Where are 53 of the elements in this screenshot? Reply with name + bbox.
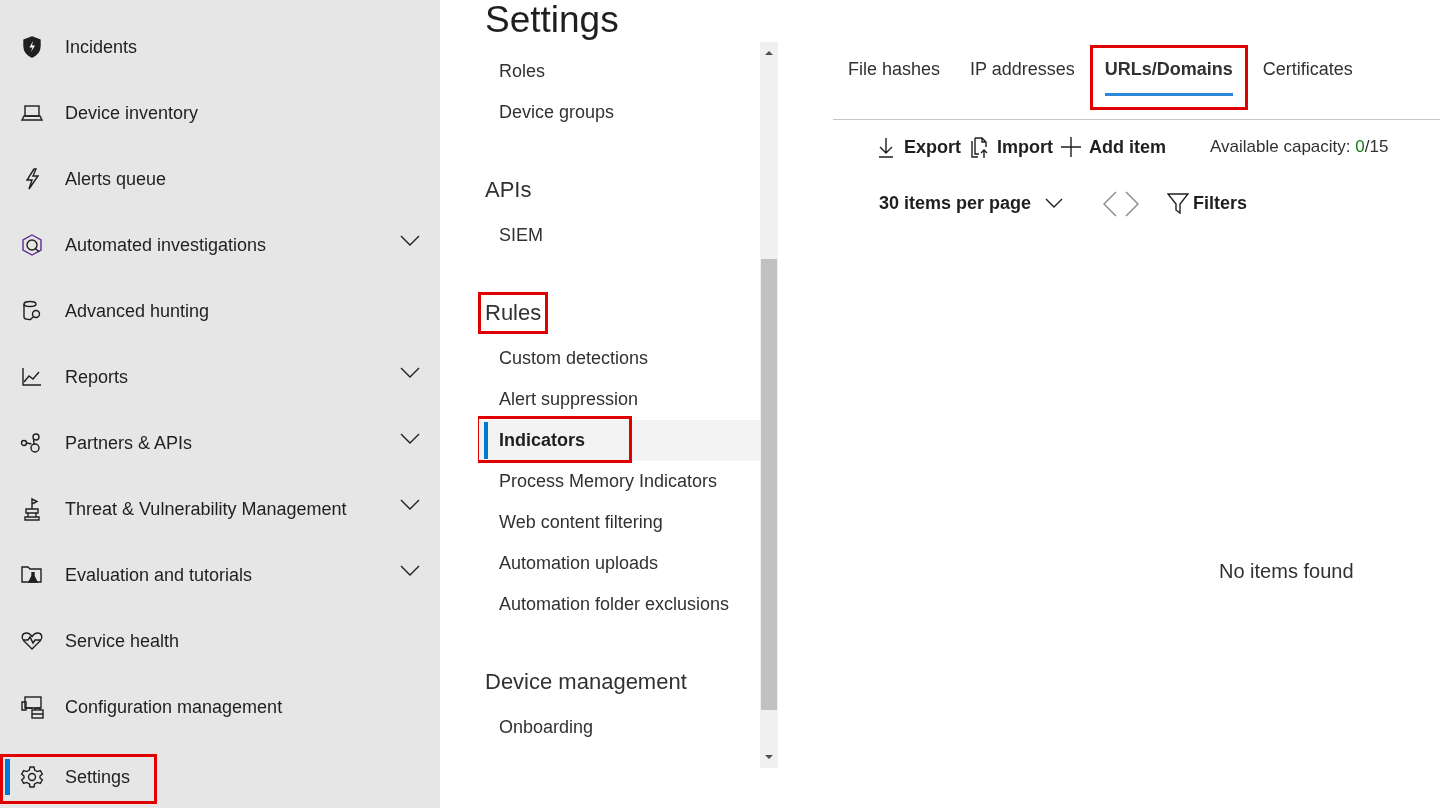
scrollbar-thumb[interactable] — [761, 259, 777, 710]
sidebar-item[interactable]: Partners & APIs — [0, 410, 440, 476]
sidebar-item[interactable]: Reports — [0, 344, 440, 410]
sidebar-item[interactable]: Incidents — [0, 14, 440, 80]
filters-button[interactable]: Filters — [1167, 189, 1248, 217]
monitor-briefcase-icon — [20, 695, 44, 719]
chevron-left-icon — [1103, 190, 1118, 217]
settings-icon — [20, 765, 44, 789]
nav-item[interactable]: SIEM — [478, 215, 760, 256]
scrollbar[interactable] — [760, 42, 778, 768]
nav-item[interactable]: Automation folder exclusions — [478, 584, 760, 625]
capacity-text: Available capacity: 0/15 — [1210, 136, 1389, 159]
add-item-button[interactable]: Add item — [1059, 133, 1173, 161]
sidebar-item[interactable]: Alerts queue — [0, 146, 440, 212]
export-button[interactable]: Export — [874, 133, 967, 161]
nav-item[interactable]: Web content filtering — [478, 502, 760, 543]
sidebar-item[interactable]: Service health — [0, 608, 440, 674]
chevron-down-icon — [1045, 198, 1064, 208]
hexagon-icon — [20, 233, 44, 257]
import-button[interactable]: Import — [967, 133, 1059, 161]
nav-item[interactable]: Device groups — [478, 92, 760, 133]
empty-message: No items found — [1218, 559, 1355, 584]
nav-item[interactable]: Onboarding — [478, 707, 760, 748]
scroll-up-icon[interactable] — [764, 50, 774, 56]
tab[interactable]: IP addresses — [955, 45, 1090, 110]
nav-item[interactable]: Custom detections — [478, 338, 760, 379]
tab[interactable]: URLs/Domains — [1089, 45, 1248, 110]
download-icon — [876, 136, 896, 158]
sidebar-item[interactable]: Automated investigations — [0, 212, 440, 278]
sidebar-item[interactable]: Device inventory — [0, 80, 440, 146]
sidebar-item[interactable]: Evaluation and tutorials — [0, 542, 440, 608]
section-heading: Device management — [484, 668, 688, 696]
sidebar-item[interactable]: Settings — [0, 744, 440, 808]
page-title: Settings — [484, 0, 620, 40]
line-chart-icon — [20, 365, 44, 389]
plus-icon — [1061, 136, 1081, 158]
filter-icon — [1167, 192, 1190, 214]
section-heading: APIs — [484, 176, 533, 204]
page-size-dropdown[interactable]: 30 items per page — [879, 189, 1064, 217]
section-heading: Rules — [478, 292, 549, 334]
sidebar-item[interactable]: Configuration management — [0, 674, 440, 740]
nav-item[interactable]: Roles — [478, 51, 760, 92]
import-file-icon — [969, 136, 989, 158]
nav-item[interactable]: Process Memory Indicators — [478, 461, 760, 502]
nav-item[interactable]: Automation uploads — [478, 543, 760, 584]
chevron-right-icon — [1125, 190, 1140, 217]
shield-icon — [20, 35, 44, 59]
sidebar-item[interactable]: Advanced hunting — [0, 278, 440, 344]
tab[interactable]: File hashes — [833, 45, 956, 110]
sidebar-item[interactable]: Threat & Vulnerability Management — [0, 476, 440, 542]
tab[interactable]: Certificates — [1247, 45, 1368, 110]
scroll-down-icon[interactable] — [764, 754, 774, 760]
nav-item[interactable]: Alert suppression — [478, 379, 760, 420]
